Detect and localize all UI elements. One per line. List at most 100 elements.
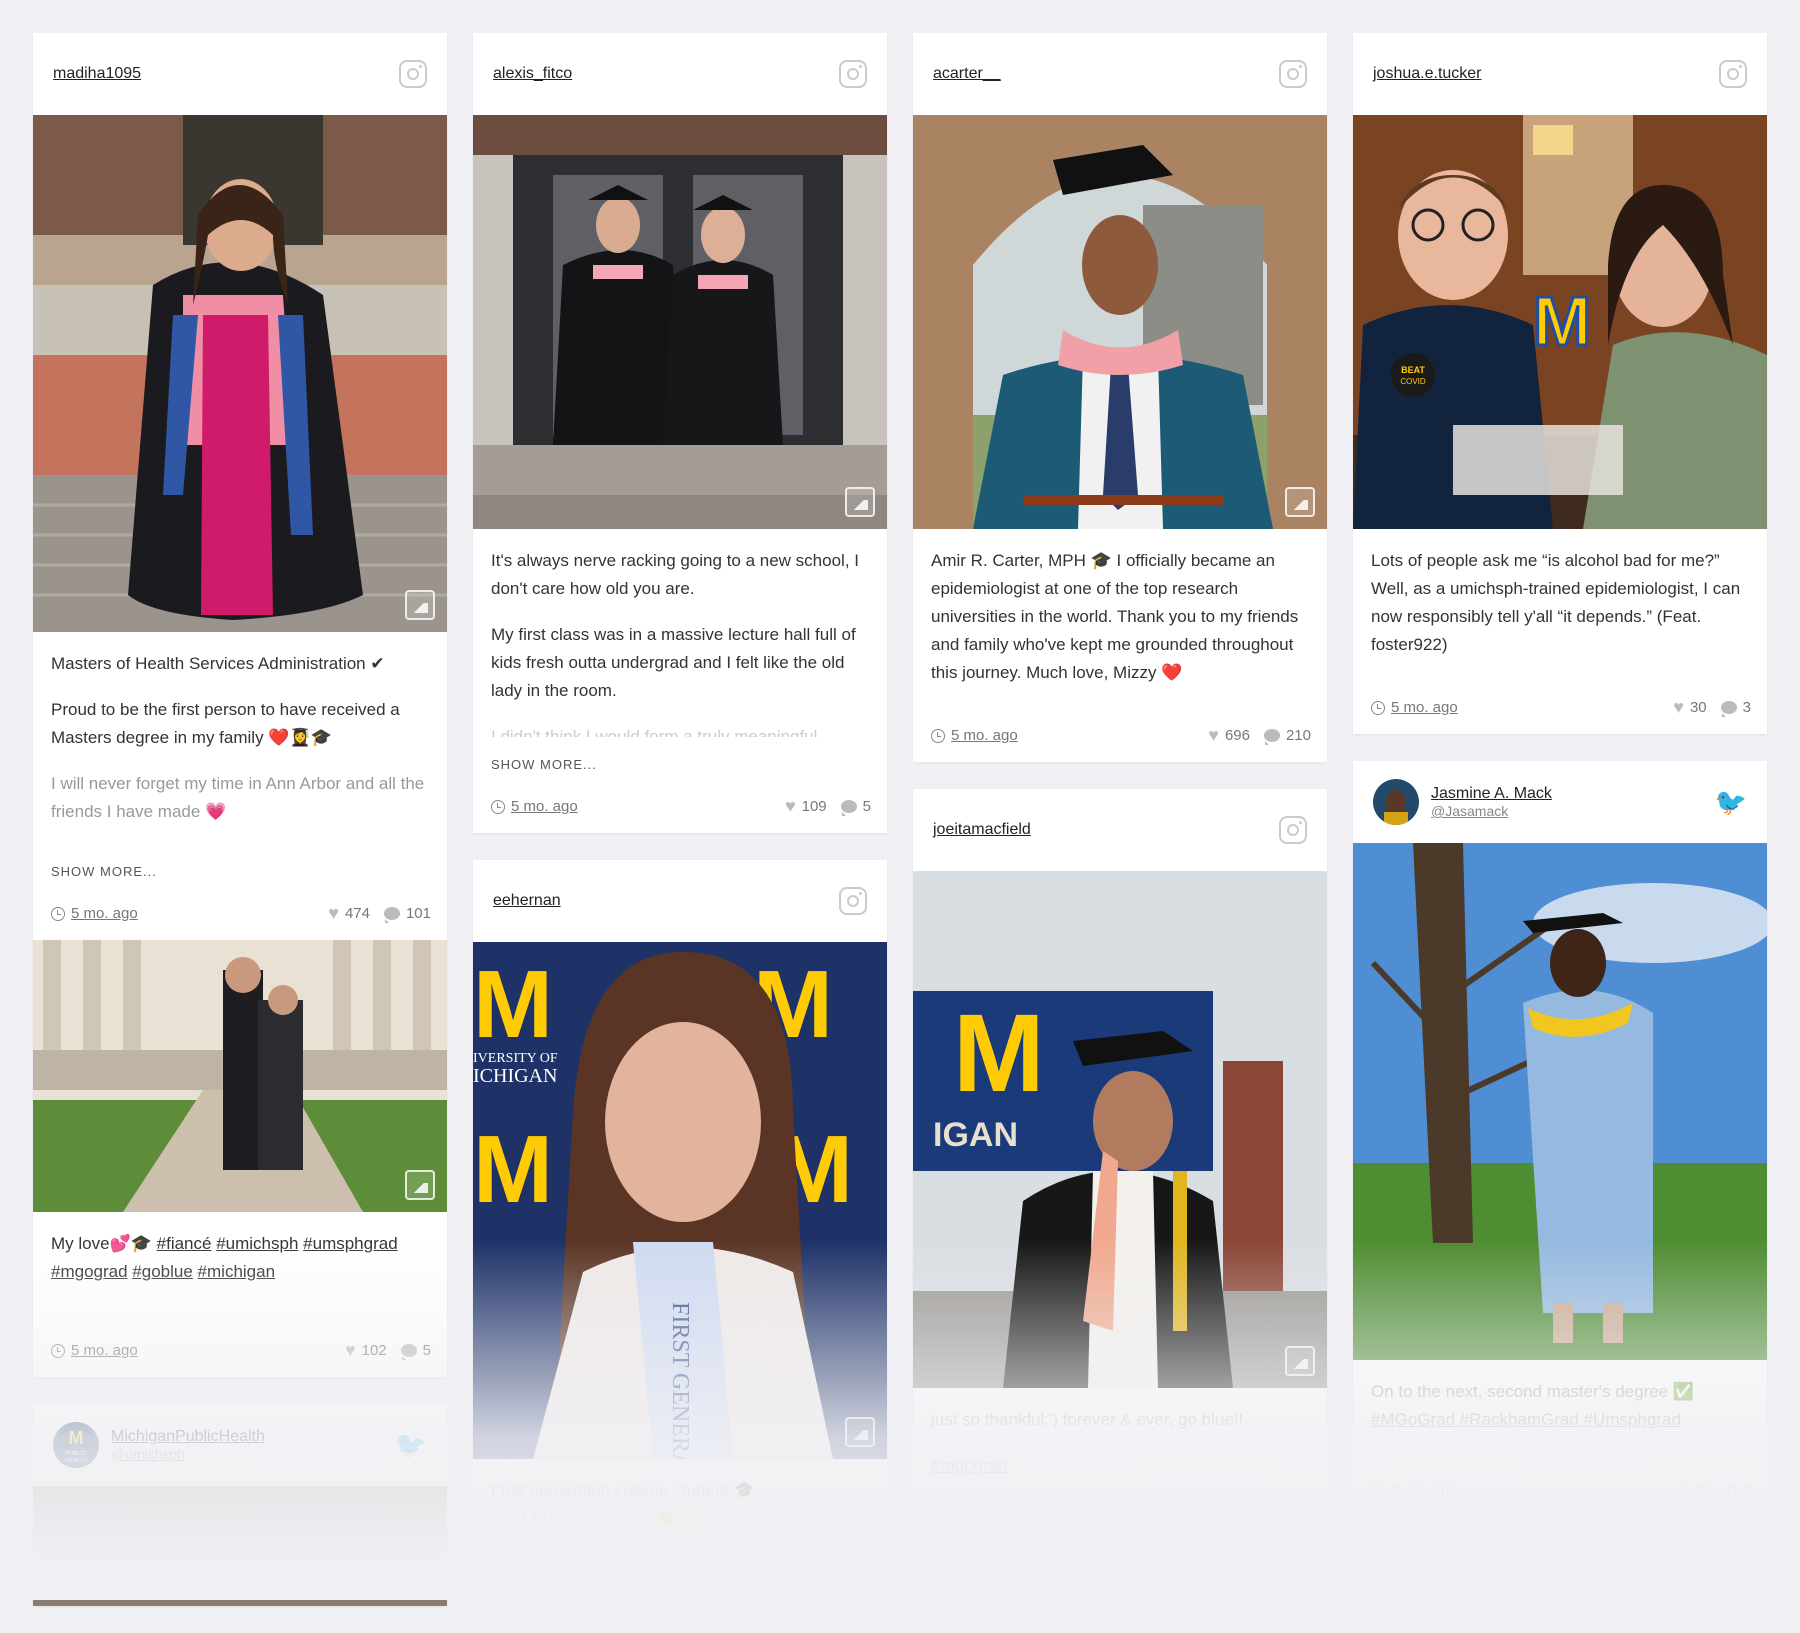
post-photo[interactable]: M BEAT COVID bbox=[1353, 115, 1767, 529]
post-card-madiha1095[interactable]: madiha1095 Masters of Health Services Ad… bbox=[33, 33, 447, 940]
twitter-icon[interactable]: 🐦 bbox=[395, 1430, 427, 1461]
cookie-photo: M BEAT COVID bbox=[1353, 115, 1767, 529]
post-time[interactable]: 5 mo. ago bbox=[51, 905, 138, 922]
caption-line-2: 2021 Masters Edition 👏✨ bbox=[491, 1509, 698, 1528]
post-meta: 5 mo. ago ♥ 102 5 bbox=[33, 1330, 447, 1377]
badge-line-2: COVID bbox=[1400, 377, 1426, 386]
post-card-acarter[interactable]: acarter__ Amir R. Carter, MPH 🎓 I offici… bbox=[913, 33, 1327, 762]
banner-text: ICHIGAN bbox=[473, 1065, 557, 1087]
post-card-michiganpublichealth[interactable]: M PUBLIC HEALTH MichiganPublicHealth @um… bbox=[33, 1404, 447, 1606]
time-link[interactable]: 5 mo. ago bbox=[1391, 699, 1458, 716]
hashtag-link[interactable]: #umichsph bbox=[216, 1234, 298, 1253]
likes-count: 30 bbox=[1689, 699, 1707, 716]
hashtag-link[interactable]: #fiancé bbox=[157, 1234, 212, 1253]
caption-para-2: I will never forget my time in Ann Arbor… bbox=[51, 774, 425, 821]
username-link[interactable]: joeitamacfield bbox=[933, 821, 1031, 839]
post-card-joeitamacfield[interactable]: joeitamacfield M IGAN just so thankful:' bbox=[913, 789, 1327, 1508]
banner-m: M bbox=[473, 1116, 553, 1223]
post-card-joshua-e-tucker[interactable]: joshua.e.tucker M BEAT COVID Lots of peo… bbox=[1353, 33, 1767, 734]
instagram-icon[interactable] bbox=[1719, 60, 1747, 88]
post-card-alexis_fitco[interactable]: alexis_fitco It's always nerve racking g… bbox=[473, 33, 887, 833]
card-header: acarter__ bbox=[913, 33, 1327, 115]
likes-count: 109 bbox=[801, 798, 827, 815]
clock-icon bbox=[491, 799, 505, 814]
caption-text: Lots of people ask me “is alcohol bad fo… bbox=[1371, 551, 1741, 654]
gallery-icon bbox=[845, 1417, 875, 1447]
time-link[interactable]: 5 mo. ago bbox=[1391, 1482, 1458, 1499]
avatar[interactable] bbox=[1373, 779, 1419, 825]
show-more-button[interactable]: SHOW MORE... bbox=[473, 757, 887, 772]
instagram-icon[interactable] bbox=[1279, 60, 1307, 88]
caption-text: On to the next, second master's degree ✅ bbox=[1371, 1382, 1695, 1401]
username-link[interactable]: acarter__ bbox=[933, 65, 1001, 83]
clock-icon bbox=[51, 1343, 65, 1358]
hashtag-link[interactable]: #mgograd bbox=[931, 1452, 1309, 1480]
post-photo[interactable] bbox=[1353, 843, 1767, 1360]
post-photo[interactable] bbox=[33, 115, 447, 632]
caption-tags[interactable]: #umsphgrad #mgograd #firstgen #umich bbox=[491, 1533, 869, 1561]
post-photo[interactable]: M IGAN bbox=[913, 871, 1327, 1388]
likes-count: 102 bbox=[361, 1342, 387, 1359]
instagram-icon[interactable] bbox=[399, 60, 427, 88]
hashtag-link[interactable]: #mgograd bbox=[51, 1262, 128, 1281]
badge-line-1: BEAT bbox=[1401, 365, 1425, 375]
couple-photo bbox=[33, 940, 447, 1212]
post-photo[interactable] bbox=[33, 1486, 447, 1606]
likes-count: 474 bbox=[344, 905, 370, 922]
post-time[interactable]: 5 mo. ago bbox=[931, 727, 1018, 744]
caption-text: just so thankful:') forever & ever, go b… bbox=[931, 1410, 1244, 1429]
show-more-button[interactable]: SHOW MORE... bbox=[33, 864, 447, 879]
post-time[interactable]: 5 mo. ago bbox=[51, 1342, 138, 1359]
post-card-love[interactable]: My love💕🎓 #fiancé #umichsph #umsphgrad #… bbox=[33, 940, 447, 1377]
account-name[interactable]: Jasmine A. Mack bbox=[1431, 785, 1552, 803]
account-name[interactable]: MichiganPublicHealth bbox=[111, 1428, 265, 1446]
post-card-jasmine-mack[interactable]: Jasmine A. Mack @Jasamack 🐦 On to the ne… bbox=[1353, 761, 1767, 1517]
account-handle[interactable]: @umichsph bbox=[111, 1446, 265, 1462]
hashtag-link[interactable]: #umsphgrad bbox=[303, 1234, 398, 1253]
sash-text: FIRST GENERATION bbox=[667, 1302, 693, 1459]
time-link[interactable]: 5 mo. ago bbox=[511, 798, 578, 815]
clock-icon bbox=[51, 906, 65, 921]
graduate-tree-photo bbox=[1353, 843, 1767, 1360]
post-caption: Lots of people ask me “is alcohol bad fo… bbox=[1353, 529, 1767, 687]
post-photo[interactable]: M M M M IVERSITY OF ICHIGAN FIRST GENERA… bbox=[473, 942, 887, 1459]
username-link[interactable]: madiha1095 bbox=[53, 65, 141, 83]
instagram-icon[interactable] bbox=[839, 60, 867, 88]
post-photo[interactable] bbox=[473, 115, 887, 529]
username-link[interactable]: alexis_fitco bbox=[493, 65, 572, 83]
post-photo[interactable] bbox=[33, 940, 447, 1212]
caption-title: Masters of Health Services Administratio… bbox=[51, 654, 385, 673]
twitter-icon[interactable]: 🐦 bbox=[1715, 787, 1747, 818]
time-link[interactable]: 5 mo. ago bbox=[951, 727, 1018, 744]
gallery-icon bbox=[405, 1170, 435, 1200]
post-caption: It's always nerve racking going to a new… bbox=[473, 529, 887, 747]
username-link[interactable]: joshua.e.tucker bbox=[1373, 65, 1482, 83]
instagram-icon[interactable] bbox=[839, 887, 867, 915]
post-time[interactable]: 5 mo. ago bbox=[491, 798, 578, 815]
card-header: alexis_fitco bbox=[473, 33, 887, 115]
time-link[interactable]: 5 mo. ago bbox=[71, 1342, 138, 1359]
caption-para-1: It's always nerve racking going to a new… bbox=[491, 551, 859, 598]
post-time[interactable]: 5 mo. ago bbox=[1371, 1482, 1458, 1499]
time-link[interactable]: 5 mo. ago bbox=[71, 905, 138, 922]
post-time[interactable]: 5 mo. ago bbox=[1371, 699, 1458, 716]
hashtag-link[interactable]: #michigan bbox=[198, 1262, 276, 1281]
account-handle[interactable]: @Jasamack bbox=[1431, 803, 1552, 819]
comments-count: 5 bbox=[422, 1342, 431, 1359]
post-photo[interactable] bbox=[913, 115, 1327, 529]
post-meta: 5 mo. ago ♥ 109 5 bbox=[473, 786, 887, 833]
hashtag-links[interactable]: #MGoGrad #RackhamGrad #Umsphgrad bbox=[1371, 1406, 1749, 1434]
post-card-eehernan[interactable]: eehernan M M M M IVERSITY OF ICHIGAN FIR… bbox=[473, 860, 887, 1571]
comments-count: 5 bbox=[862, 798, 871, 815]
username-link[interactable]: eehernan bbox=[493, 892, 561, 910]
hashtag-link[interactable]: #goblue bbox=[132, 1262, 193, 1281]
comment-icon bbox=[1720, 701, 1737, 717]
post-meta: 5 mo. ago ♥ 696 210 bbox=[913, 715, 1327, 762]
post-meta: 5 mo. ago ♥ 474 101 bbox=[33, 893, 447, 940]
caption-line-1: First-generation college student 🎓 bbox=[491, 1481, 756, 1500]
post-caption: My love💕🎓 #fiancé #umichsph #umsphgrad #… bbox=[33, 1212, 447, 1330]
avatar[interactable]: M PUBLIC HEALTH bbox=[53, 1422, 99, 1468]
likes-count: 49 bbox=[1693, 1482, 1711, 1499]
instagram-icon[interactable] bbox=[1279, 816, 1307, 844]
post-caption: Amir R. Carter, MPH 🎓 I officially becam… bbox=[913, 529, 1327, 715]
